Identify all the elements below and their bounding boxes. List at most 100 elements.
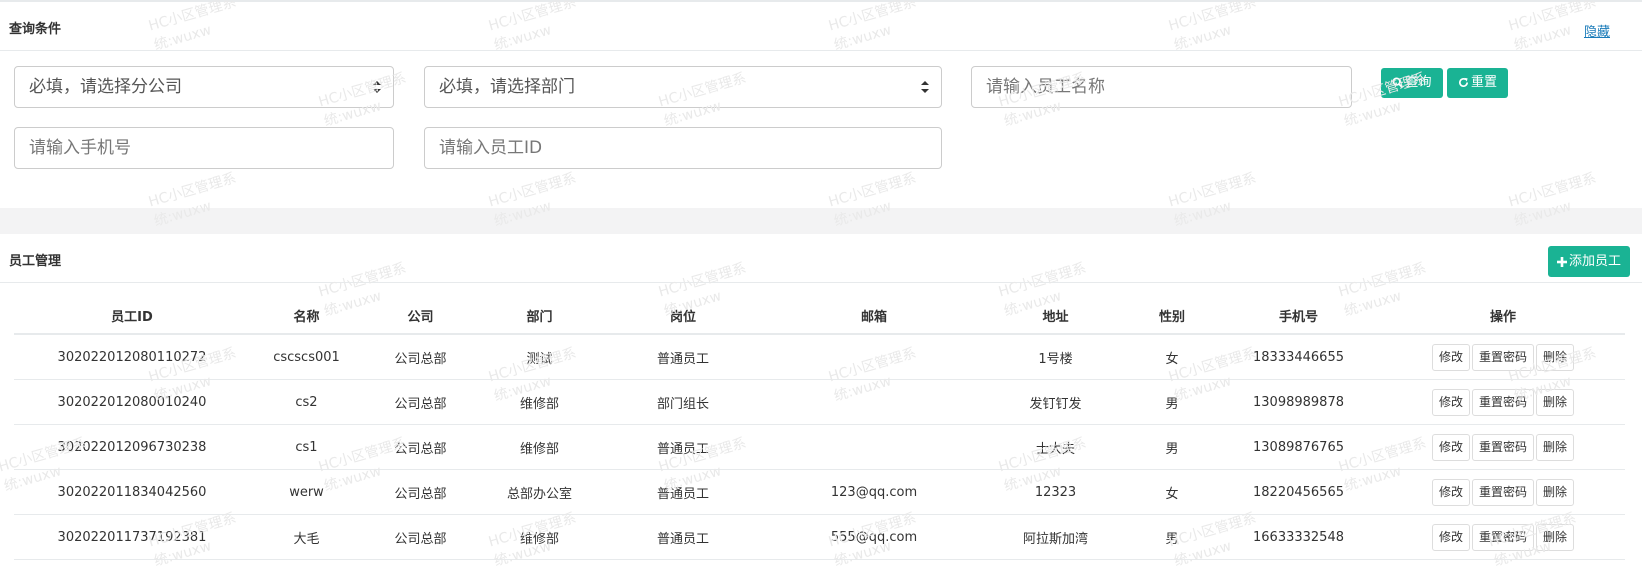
- search-button-label: 查询: [1405, 75, 1432, 90]
- cell-phone: 13089876765: [1216, 424, 1381, 470]
- phone-placeholder: 请输入手机号: [29, 138, 131, 158]
- query-panel-title: 查询条件: [9, 22, 62, 37]
- cell-company: 公司总部: [363, 469, 478, 515]
- table-header-row: 员工ID 名称 公司 部门 岗位 邮箱 地址 性别 手机号 操作: [14, 297, 1625, 335]
- department-select-value: 必填，请选择部门: [439, 77, 575, 97]
- cell-email: 555@qq.com: [765, 514, 983, 560]
- cell-company: 公司总部: [363, 424, 478, 470]
- column-header: 邮箱: [765, 297, 983, 335]
- cell-email: [765, 424, 983, 470]
- cell-department: 维修部: [478, 424, 601, 470]
- cell-actions: 修改 重置密码 删除: [1381, 379, 1625, 425]
- cell-name: cs1: [250, 424, 363, 470]
- staff-panel-title: 员工管理: [9, 254, 62, 269]
- cell-phone: 16633332548: [1216, 514, 1381, 560]
- cell-gender: 女: [1128, 469, 1216, 515]
- cell-email: [765, 334, 983, 380]
- cell-department: 维修部: [478, 514, 601, 560]
- delete-button[interactable]: 删除: [1536, 433, 1575, 461]
- cell-position: 部门组长: [601, 379, 765, 425]
- table-row: 302022012080110272 cscscs001 公司总部 测试 普通员…: [14, 334, 1625, 380]
- staff-id-placeholder: 请输入员工ID: [439, 138, 543, 158]
- cell-department: 维修部: [478, 379, 601, 425]
- edit-button[interactable]: 修改: [1431, 478, 1470, 506]
- cell-gender: 男: [1128, 514, 1216, 560]
- cell-email: 123@qq.com: [765, 469, 983, 515]
- staff-name-placeholder: 请输入员工名称: [986, 77, 1105, 97]
- cell-name: werw: [250, 469, 363, 515]
- cell-position: 普通员工: [601, 514, 765, 560]
- department-select[interactable]: 必填，请选择部门: [424, 66, 942, 108]
- select-arrows-icon: [373, 81, 381, 93]
- column-header: 手机号: [1216, 297, 1381, 335]
- cell-position: 普通员工: [601, 469, 765, 515]
- add-staff-button[interactable]: 添加员工: [1548, 246, 1630, 277]
- table-row: 302022012080010240 cs2 公司总部 维修部 部门组长 发钉钉…: [14, 379, 1625, 425]
- reset-button-label: 重置: [1470, 75, 1497, 90]
- search-icon: [1392, 77, 1404, 88]
- edit-button[interactable]: 修改: [1431, 388, 1470, 416]
- cell-email: [765, 379, 983, 425]
- table-row: 302022012096730238 cs1 公司总部 维修部 普通员工 士大夫…: [14, 424, 1625, 470]
- cell-address: 12323: [983, 469, 1128, 515]
- cell-name: cs2: [250, 379, 363, 425]
- cell-name: 大毛: [250, 514, 363, 560]
- cell-department: 总部办公室: [478, 469, 601, 515]
- cell-actions: 修改 重置密码 删除: [1381, 469, 1625, 515]
- cell-gender: 男: [1128, 379, 1216, 425]
- staff-panel-header: 员工管理: [0, 234, 1642, 283]
- edit-button[interactable]: 修改: [1431, 523, 1470, 551]
- cell-gender: 女: [1128, 334, 1216, 380]
- delete-button[interactable]: 删除: [1536, 388, 1575, 416]
- reset-password-button[interactable]: 重置密码: [1471, 388, 1534, 416]
- edit-button[interactable]: 修改: [1431, 343, 1470, 371]
- cell-actions: 修改 重置密码 删除: [1381, 514, 1625, 560]
- phone-input[interactable]: 请输入手机号: [14, 127, 394, 169]
- cell-address: 发钉钉发: [983, 379, 1128, 425]
- delete-button[interactable]: 删除: [1536, 523, 1575, 551]
- cell-address: 阿拉斯加湾: [983, 514, 1128, 560]
- plus-icon: [1556, 257, 1567, 267]
- hide-link[interactable]: 隐藏: [1584, 21, 1610, 40]
- select-arrows-icon: [921, 81, 929, 93]
- cell-actions: 修改 重置密码 删除: [1381, 424, 1625, 470]
- table-row: 302022011737192381 大毛 公司总部 维修部 普通员工 555@…: [14, 514, 1625, 560]
- refresh-icon: [1459, 77, 1468, 87]
- table-row: 302022011834042560 werw 公司总部 总部办公室 普通员工 …: [14, 469, 1625, 515]
- company-select-value: 必填，请选择分公司: [29, 77, 182, 97]
- staff-name-input[interactable]: 请输入员工名称: [971, 66, 1352, 108]
- cell-staff-id: 302022012080010240: [14, 379, 250, 425]
- cell-staff-id: 302022012096730238: [14, 424, 250, 470]
- cell-staff-id: 302022011737192381: [14, 514, 250, 560]
- cell-address: 1号楼: [983, 334, 1128, 380]
- edit-button[interactable]: 修改: [1431, 433, 1470, 461]
- cell-phone: 13098989878: [1216, 379, 1381, 425]
- cell-company: 公司总部: [363, 514, 478, 560]
- column-header: 员工ID: [14, 297, 250, 335]
- cell-address: 士大夫: [983, 424, 1128, 470]
- staff-id-input[interactable]: 请输入员工ID: [424, 127, 942, 169]
- cell-staff-id: 302022011834042560: [14, 469, 250, 515]
- column-header: 名称: [250, 297, 363, 335]
- reset-password-button[interactable]: 重置密码: [1471, 433, 1534, 461]
- section-divider: [0, 208, 1642, 234]
- delete-button[interactable]: 删除: [1536, 478, 1575, 506]
- search-button[interactable]: 查询: [1381, 68, 1443, 98]
- reset-password-button[interactable]: 重置密码: [1471, 523, 1534, 551]
- cell-phone: 18220456565: [1216, 469, 1381, 515]
- column-header: 岗位: [601, 297, 765, 335]
- column-header: 地址: [983, 297, 1128, 335]
- reset-button[interactable]: 重置: [1447, 68, 1508, 98]
- cell-phone: 18333446655: [1216, 334, 1381, 380]
- company-select[interactable]: 必填，请选择分公司: [14, 66, 394, 108]
- cell-name: cscscs001: [250, 334, 363, 380]
- delete-button[interactable]: 删除: [1536, 343, 1575, 371]
- add-staff-label: 添加员工: [1568, 254, 1621, 269]
- reset-password-button[interactable]: 重置密码: [1471, 343, 1534, 371]
- query-panel-header: 查询条件 隐藏: [0, 2, 1642, 51]
- column-header: 操作: [1381, 297, 1625, 335]
- cell-gender: 男: [1128, 424, 1216, 470]
- cell-company: 公司总部: [363, 334, 478, 380]
- reset-password-button[interactable]: 重置密码: [1471, 478, 1534, 506]
- cell-department: 测试: [478, 334, 601, 380]
